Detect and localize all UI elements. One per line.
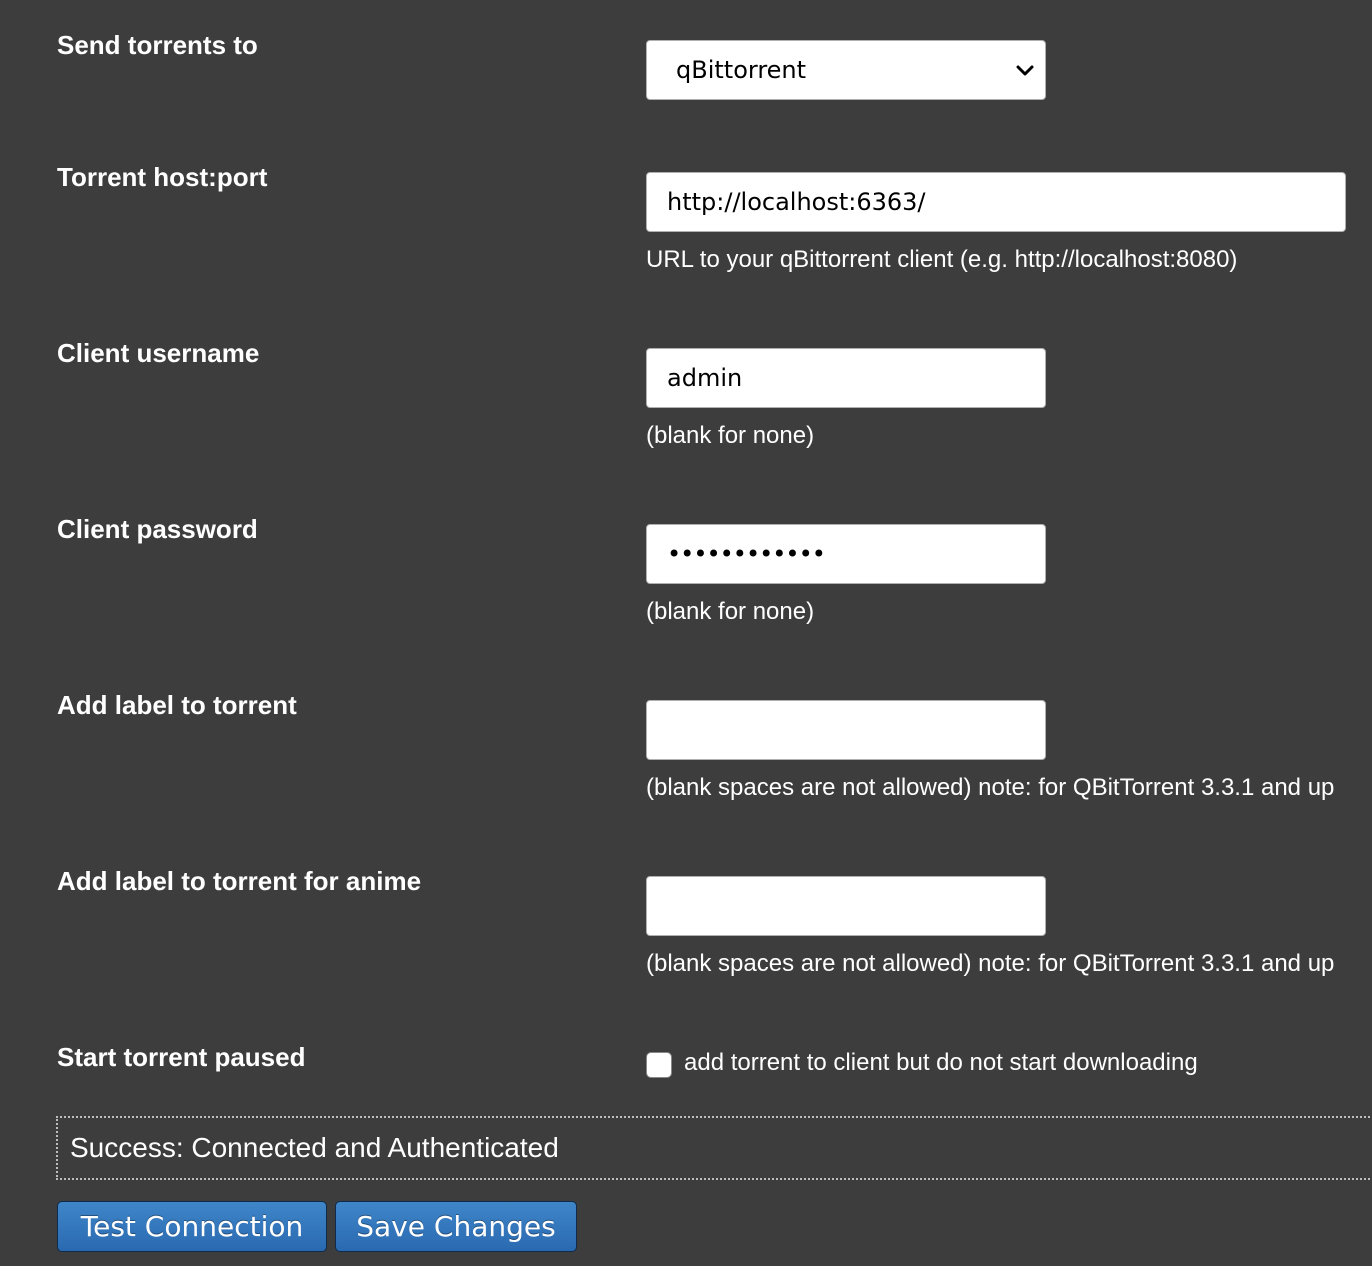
- password-input-value: ••••••••••••: [667, 540, 826, 568]
- status-message: Success: Connected and Authenticated: [70, 1132, 559, 1163]
- host-label: Torrent host:port: [57, 162, 268, 192]
- username-label: Client username: [57, 338, 260, 368]
- username-hint: (blank for none): [646, 422, 815, 449]
- status-box: Success: Connected and Authenticated: [56, 1116, 1372, 1180]
- client-select-value: qBittorrent: [676, 56, 807, 84]
- password-label: Client password: [57, 514, 258, 544]
- send-torrents-label: Send torrents to: [57, 30, 258, 60]
- username-input[interactable]: admin: [646, 348, 1046, 408]
- host-input-value: http://localhost:6363/: [667, 188, 926, 216]
- username-input-value: admin: [667, 364, 743, 392]
- password-input[interactable]: ••••••••••••: [646, 524, 1046, 584]
- client-select[interactable]: qBittorrent: [646, 40, 1046, 100]
- anime-label-input[interactable]: [646, 876, 1046, 936]
- anime-label-hint: (blank spaces are not allowed) note: for…: [646, 950, 1335, 977]
- torrent-label-hint: (blank spaces are not allowed) note: for…: [646, 774, 1335, 801]
- test-connection-button[interactable]: Test Connection: [57, 1201, 327, 1252]
- torrent-label-label: Add label to torrent: [57, 690, 297, 720]
- host-hint: URL to your qBittorrent client (e.g. htt…: [646, 246, 1238, 273]
- password-hint: (blank for none): [646, 598, 815, 625]
- anime-label-label: Add label to torrent for anime: [57, 866, 422, 896]
- chevron-down-icon: [1016, 65, 1034, 76]
- paused-checkbox-label[interactable]: add torrent to client but do not start d…: [684, 1049, 1198, 1077]
- torrent-label-input[interactable]: [646, 700, 1046, 760]
- paused-checkbox[interactable]: [646, 1052, 672, 1078]
- paused-label: Start torrent paused: [57, 1042, 306, 1072]
- save-changes-button[interactable]: Save Changes: [335, 1201, 577, 1252]
- host-input[interactable]: http://localhost:6363/: [646, 172, 1346, 232]
